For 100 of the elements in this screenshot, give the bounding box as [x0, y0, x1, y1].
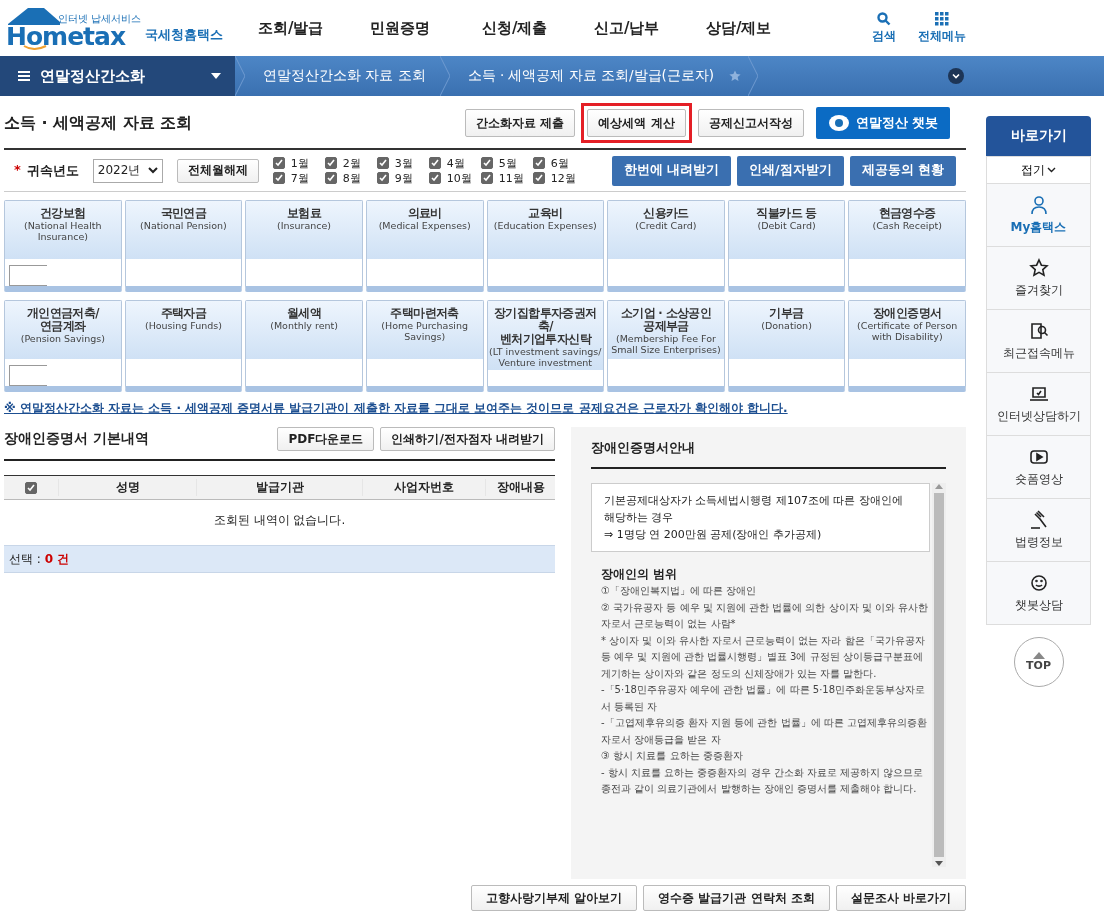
- action-button[interactable]: 간소화자료 제출: [465, 109, 576, 137]
- category-tile[interactable]: 신용카드 (Credit Card): [607, 200, 725, 292]
- chatbot-button[interactable]: 연말정산 챗봇: [815, 107, 950, 139]
- selection-label: 선택 :: [9, 550, 41, 568]
- month-label: 5월: [498, 155, 517, 171]
- action-button[interactable]: 인쇄하기/전자점자 내려받기: [380, 427, 555, 451]
- breadcrumb-link[interactable]: 소득 · 세액공제 자료 조회/발급(근로자): [449, 67, 729, 85]
- column-header: 성명: [58, 479, 196, 496]
- guide-text: -「고엽제후유의증 환자 지원 등에 관한 법률」에 따른 고엽제후유의증환자로서 장애등급을 받은 자: [600, 716, 928, 747]
- guide-text: - 항시 치료를 요하는 중증환자의 경우 간소화 자료로 제공하지 않으므로 종전과 같이 의료기관에서 발행하는 장애인 증명서를 제출해야 합니다.: [600, 765, 925, 796]
- link-button[interactable]: 설문조사 바로가기: [835, 885, 966, 911]
- tile-title: 주택마련저축: [390, 307, 459, 320]
- category-tile[interactable]: 장기집합투자증권저축/ 벤처기업투자신탁 (LT investment savings/ Venture investment: [486, 300, 605, 392]
- quick-menu-item[interactable]: 최근접속메뉴: [986, 310, 1091, 373]
- tile-title: 국민연금: [160, 207, 207, 220]
- notice-link[interactable]: ※ 연말정산간소화 자료는 소득 · 세액공제 증명서류 발급기관이 제출한 자료를 그대로 보여주는 것이므로 공제요건은 근로자가 확인해야 합니다.: [4, 400, 966, 417]
- logo-subtitle: 국세청홈택스: [145, 26, 224, 44]
- guide-heading: 장애인의 범위: [600, 566, 679, 583]
- action-button[interactable]: 인쇄/점자받기: [737, 155, 844, 186]
- tile-subtitle: (Housing Funds): [144, 320, 222, 331]
- action-button[interactable]: 제공동의 현황: [849, 155, 956, 186]
- guide-text: ② 국가유공자 등 예우 및 지원에 관한 법률에 의한 상이자 및 이와 유사한 자로서 근로능력이 없는 사람*: [600, 600, 930, 631]
- action-button[interactable]: 공제신고서작성: [697, 109, 804, 137]
- category-tile[interactable]: 개인연금저축/ 연금계좌 (Pension Savings): [4, 300, 122, 392]
- link-button[interactable]: 영수증 발급기관 연락처 조회: [643, 885, 830, 911]
- tile-title: 의료비: [407, 207, 442, 220]
- month-label: 9월: [394, 170, 413, 186]
- category-tile[interactable]: 건강보험 (National Health Insurance): [4, 200, 122, 292]
- tile-title: 소기업 · 소상공인 공제부금: [620, 307, 712, 333]
- quick-menu-item[interactable]: 즐겨찾기: [986, 247, 1091, 310]
- year-select[interactable]: 2022년: [92, 158, 163, 183]
- action-button[interactable]: PDF다운로드: [277, 427, 375, 451]
- tile-title: 건강보험: [40, 207, 86, 220]
- tile-title: 신용카드: [643, 207, 689, 220]
- action-button[interactable]: 예상세액 계산: [587, 109, 686, 137]
- category-tile[interactable]: 소기업 · 소상공인 공제부금 (Membership Fee For Small Size Enterprises): [607, 300, 725, 392]
- category-tile[interactable]: 보험료 (Insurance): [245, 200, 363, 292]
- tile-subtitle: (Insurance): [277, 220, 332, 231]
- link-button[interactable]: 고향사랑기부제 알아보기: [471, 885, 638, 911]
- search-link[interactable]: 검색: [872, 11, 896, 45]
- tile-title: 장기집합투자증권저축/ 벤처기업투자신탁: [493, 307, 598, 346]
- month-label: 6월: [550, 155, 569, 171]
- category-tile[interactable]: 국민연금 (National Pension): [124, 200, 243, 292]
- logo-tagline: 인터넷 납세서비스: [58, 13, 142, 24]
- category-tile[interactable]: 주택자금 (Housing Funds): [124, 300, 243, 392]
- clear-months-button[interactable]: 전체월해제: [176, 158, 259, 183]
- category-tile[interactable]: 교육비 (Education Expenses): [486, 200, 605, 292]
- tile-subtitle: (National Health Insurance): [23, 220, 103, 242]
- info-text: 기본공제대상자가 소득세법시행령 제107조에 따른 장애인에 해당하는 경우: [604, 493, 904, 526]
- tile-subtitle: (Credit Card): [635, 220, 697, 231]
- column-header: 장애내용: [485, 479, 555, 496]
- category-tile[interactable]: 기부금 (Donation): [727, 300, 846, 392]
- selection-count: 0 건: [44, 550, 70, 568]
- tile-subtitle: (National Pension): [140, 220, 227, 231]
- category-tile[interactable]: 주택마련저축 (Home Purchasing Savings): [365, 300, 484, 392]
- tile-subtitle: (Home Purchasing Savings): [380, 320, 470, 342]
- tile-title: 장애인증명서: [873, 307, 942, 320]
- fold-button[interactable]: 접기: [986, 156, 1091, 184]
- menu-item[interactable]: 조회/발급: [246, 18, 358, 38]
- action-button[interactable]: 한번에 내려받기: [611, 155, 732, 186]
- tile-title: 기부금: [769, 307, 804, 320]
- column-header: 사업자번호: [362, 479, 485, 496]
- category-tile[interactable]: 직불카드 등 (Debit Card): [727, 200, 846, 292]
- tile-title: 교육비: [528, 207, 563, 220]
- month-label: 4월: [446, 155, 465, 171]
- tile-subtitle: (Pension Savings): [20, 333, 105, 344]
- top-button[interactable]: TOP: [1013, 637, 1064, 687]
- info-text: ⇒ 1명당 연 200만원 공제(장애인 추가공제): [604, 527, 823, 543]
- required-mark: *: [14, 161, 21, 179]
- category-tile[interactable]: 장애인증명서 (Certificate of Person with Disability): [848, 300, 966, 392]
- quick-menu-item[interactable]: 인터넷상담하기: [986, 373, 1091, 436]
- breadcrumb-link[interactable]: 연말정산간소화 자료 조회: [245, 67, 440, 85]
- tile-subtitle: (Membership Fee For Small Size Enterprises): [610, 333, 722, 355]
- month-label: 2월: [342, 155, 361, 171]
- menu-item[interactable]: 상담/제보: [694, 18, 806, 38]
- tile-title: 보험료: [286, 207, 322, 220]
- category-tile[interactable]: 의료비 (Medical Expenses): [365, 200, 484, 292]
- quick-menu-title: 바로가기: [986, 116, 1091, 156]
- month-label: 3월: [394, 155, 413, 171]
- all-menu-link[interactable]: 전체메뉴: [918, 11, 966, 45]
- quick-menu-item[interactable]: 법령정보: [986, 499, 1091, 562]
- quick-menu-item[interactable]: 챗봇상담: [986, 562, 1091, 625]
- month-label: 12월: [550, 170, 576, 186]
- quick-menu-item[interactable]: 숏폼영상: [986, 436, 1091, 499]
- tile-title: 주택자금: [160, 307, 207, 320]
- menu-item[interactable]: 신고/납부: [582, 18, 694, 38]
- logo-text[interactable]: Hometax: [6, 24, 126, 50]
- guide-text: ①「장애인복지법」에 따른 장애인: [600, 584, 758, 598]
- quick-menu-item[interactable]: My홈택스: [986, 184, 1091, 247]
- tile-subtitle: (Medical Expenses): [378, 220, 471, 231]
- menu-item[interactable]: 민원증명: [358, 18, 470, 38]
- month-label: 11월: [498, 170, 524, 186]
- tile-subtitle: (Cash Receipt): [872, 220, 942, 231]
- section-title: 장애인증명서 기본내역: [4, 430, 149, 448]
- tile-subtitle: (LT investment savings/ Venture investment: [488, 346, 603, 368]
- year-label: * 귀속년도: [14, 161, 79, 180]
- category-tile[interactable]: 현금영수증 (Cash Receipt): [848, 200, 966, 292]
- tile-title: 월세액: [286, 307, 322, 320]
- category-tile[interactable]: 월세액 (Monthly rent): [245, 300, 363, 392]
- menu-item[interactable]: 신청/제출: [470, 18, 582, 38]
